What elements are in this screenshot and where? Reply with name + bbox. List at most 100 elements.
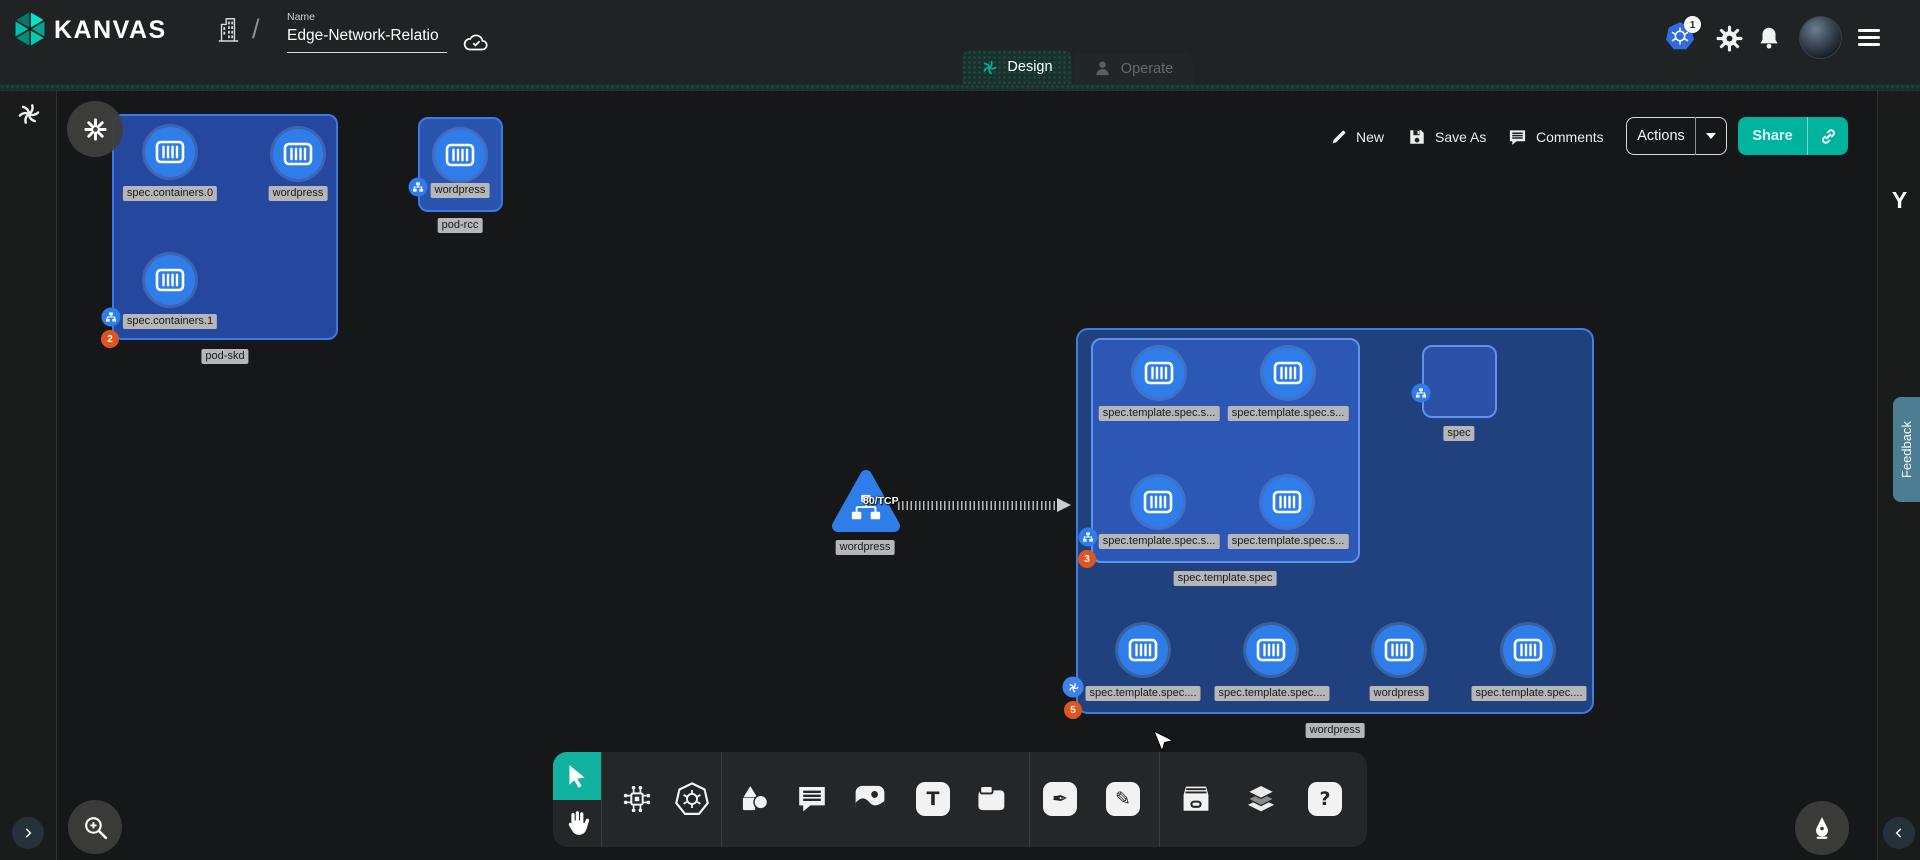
container-icon: [1513, 638, 1543, 662]
comments-button[interactable]: Comments: [1508, 121, 1604, 153]
container-node[interactable]: [1263, 348, 1313, 398]
notifications-bell-icon[interactable]: [1756, 24, 1782, 52]
container-node[interactable]: [1118, 625, 1168, 675]
collapse-panel-button[interactable]: [1883, 817, 1915, 849]
node-label: spec.template.spec.s...: [1099, 534, 1220, 549]
help-tool[interactable]: ?: [1308, 782, 1342, 816]
shapes-tool[interactable]: [738, 783, 770, 815]
image-icon: [853, 782, 887, 816]
organization-building-icon[interactable]: [216, 13, 240, 45]
group-label: spec: [1443, 426, 1474, 441]
relationship-badge[interactable]: [1412, 384, 1431, 403]
header-bottom-strip: [0, 84, 1920, 91]
text-tool[interactable]: T: [916, 782, 950, 816]
container-node[interactable]: [1246, 625, 1296, 675]
tab-operate[interactable]: Operate: [1073, 53, 1193, 84]
question-icon: ?: [1308, 782, 1342, 816]
actions-dropdown-button[interactable]: [1696, 133, 1726, 139]
pen-icon: ✒: [1043, 782, 1077, 816]
group-spec-template-spec[interactable]: [1091, 338, 1360, 563]
node-label: spec.template.spec.s...: [1228, 406, 1349, 421]
chevron-left-icon: [1892, 826, 1906, 840]
pan-tool[interactable]: [562, 808, 592, 838]
layers-tool[interactable]: [1244, 782, 1278, 816]
container-node[interactable]: [145, 255, 195, 305]
container-node[interactable]: [435, 130, 485, 180]
relationship-badge[interactable]: [409, 178, 428, 197]
feedback-label: Feedback: [1899, 421, 1914, 478]
settings-gear-icon[interactable]: [1716, 25, 1743, 52]
edge-arrowhead: [1057, 498, 1071, 512]
link-icon: [1819, 127, 1838, 146]
container-icon: [283, 142, 313, 166]
container-node[interactable]: [1262, 477, 1312, 527]
sitemap-icon: [1083, 532, 1094, 543]
brand-wordmark[interactable]: KANVAS: [54, 16, 167, 45]
drawer-tool[interactable]: [1179, 782, 1213, 816]
pen-nib-icon: [1809, 815, 1835, 841]
node-label: spec.template.spec....: [1086, 686, 1201, 701]
sketch-tool[interactable]: ✎: [1106, 782, 1140, 816]
relationship-badge[interactable]: [102, 308, 121, 327]
copy-link-button[interactable]: [1808, 127, 1848, 146]
component-library-tool[interactable]: [620, 782, 654, 816]
node-label: wordpress: [269, 186, 328, 201]
image-tool[interactable]: [853, 782, 887, 816]
user-avatar[interactable]: [1799, 16, 1842, 59]
node-label: wordpress: [836, 540, 895, 555]
pen-tool[interactable]: ✒: [1043, 782, 1077, 816]
context-count-badge[interactable]: 1: [1684, 16, 1701, 33]
share-button[interactable]: Share: [1738, 117, 1848, 155]
node-label: spec.template.spec.s...: [1099, 406, 1220, 421]
group-label: spec.template.spec: [1174, 571, 1277, 586]
relationship-badge[interactable]: [1079, 528, 1098, 547]
node-label: spec.containers.1: [123, 314, 217, 329]
comment-tool[interactable]: [796, 783, 828, 815]
meshery-spinner-icon: [16, 101, 42, 127]
tab-design[interactable]: Design: [962, 50, 1072, 84]
actions-button[interactable]: Actions: [1626, 117, 1727, 155]
edge-port-label: 80/TCP: [863, 495, 899, 507]
expand-panel-button[interactable]: [12, 817, 44, 849]
note-tool[interactable]: [976, 783, 1008, 815]
container-icon: [1143, 490, 1173, 514]
design-name-input[interactable]: Edge-Network-Relatio: [287, 27, 447, 53]
kubernetes-tool[interactable]: [674, 781, 710, 817]
sitemap-icon: [1416, 388, 1427, 399]
kubernetes-wheel-icon: [674, 781, 710, 817]
save-as-label: Save As: [1435, 129, 1486, 145]
container-node[interactable]: [1134, 348, 1184, 398]
save-as-button[interactable]: Save As: [1408, 121, 1486, 153]
design-swirl-icon: [981, 59, 998, 76]
sitemap-icon: [413, 182, 424, 193]
issue-count-badge[interactable]: 5: [1064, 701, 1082, 719]
container-node[interactable]: [1133, 477, 1183, 527]
node-label: spec.containers.0: [123, 186, 217, 201]
group-spec[interactable]: [1422, 345, 1497, 418]
comment-icon: [796, 783, 828, 815]
zoom-search-button[interactable]: [68, 800, 122, 854]
new-button[interactable]: New: [1330, 121, 1384, 153]
edge-service-to-deployment[interactable]: [898, 501, 1058, 510]
issue-count-badge[interactable]: 2: [101, 330, 119, 348]
node-label: spec.template.spec.s...: [1228, 534, 1349, 549]
kanvas-logo-icon[interactable]: [12, 9, 48, 49]
container-node[interactable]: [145, 127, 195, 177]
issue-count-badge[interactable]: 3: [1078, 550, 1096, 568]
left-rail: [0, 91, 57, 860]
mouse-cursor: [1152, 730, 1174, 756]
operate-person-icon: [1093, 59, 1112, 78]
ink-pen-button[interactable]: [1795, 801, 1849, 855]
container-node[interactable]: [1374, 625, 1424, 675]
container-node[interactable]: [273, 129, 323, 179]
sitemap-icon: [106, 312, 117, 323]
container-icon: [1273, 361, 1303, 385]
kubernetes-node-bubble[interactable]: [67, 101, 123, 157]
menu-icon[interactable]: [1858, 29, 1880, 50]
node-label: wordpress: [1370, 686, 1429, 701]
select-tool[interactable]: [553, 752, 601, 800]
feedback-tab[interactable]: Feedback: [1893, 397, 1920, 502]
actions-label: Actions: [1627, 128, 1695, 144]
swirl-badge[interactable]: [1063, 677, 1084, 698]
container-node[interactable]: [1503, 625, 1553, 675]
